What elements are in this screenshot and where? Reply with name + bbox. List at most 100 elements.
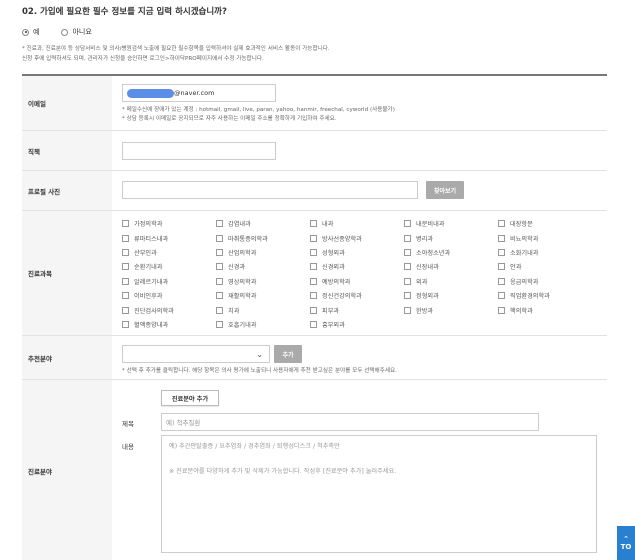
department-checkbox-item[interactable]: 대장항문 xyxy=(498,218,592,230)
checkbox[interactable] xyxy=(216,220,223,228)
checkbox[interactable] xyxy=(498,234,505,242)
department-checkbox-item[interactable]: 진단검사의학과 xyxy=(122,304,216,316)
checkbox[interactable] xyxy=(498,306,505,314)
position-input[interactable] xyxy=(122,142,276,160)
department-label: 비뇨의학과 xyxy=(510,235,539,243)
radio-no-dot[interactable] xyxy=(61,28,69,36)
checkbox[interactable] xyxy=(404,292,411,300)
checkbox[interactable] xyxy=(404,263,411,271)
checkbox[interactable] xyxy=(216,277,223,285)
checkbox[interactable] xyxy=(122,234,129,242)
checkbox[interactable] xyxy=(310,249,317,257)
department-checkbox-item[interactable]: 정신건강의학과 xyxy=(310,290,404,302)
department-checkbox-item[interactable]: 흉부외과 xyxy=(310,319,404,331)
department-checkbox-item[interactable]: 호흡기내과 xyxy=(216,319,310,331)
checkbox[interactable] xyxy=(122,292,129,300)
checkbox[interactable] xyxy=(310,320,317,328)
checkbox[interactable] xyxy=(310,306,317,314)
department-checkbox-item[interactable]: 피부과 xyxy=(310,304,404,316)
department-checkbox-item[interactable]: 내분비내과 xyxy=(404,218,498,230)
department-checkbox-item[interactable]: 혈액종양내과 xyxy=(122,319,216,331)
department-checkbox-item[interactable]: 핵의학과 xyxy=(498,304,592,316)
checkbox[interactable] xyxy=(404,277,411,285)
department-checkbox-item[interactable]: 치과 xyxy=(216,304,310,316)
department-checkbox-item[interactable]: 소아청소년과 xyxy=(404,247,498,259)
recommend-select[interactable]: ⌄ xyxy=(122,345,270,363)
checkbox[interactable] xyxy=(310,220,317,228)
arrow-up-icon: ⌃ xyxy=(623,535,629,543)
checkbox[interactable] xyxy=(216,234,223,242)
department-checkbox-item[interactable]: 외과 xyxy=(404,276,498,288)
checkbox[interactable] xyxy=(216,320,223,328)
checkbox[interactable] xyxy=(310,263,317,271)
specialty-title-input[interactable]: 예) 척추질환 xyxy=(161,413,539,431)
department-checkbox-item[interactable]: 알레르기내과 xyxy=(122,276,216,288)
department-checkbox-item[interactable]: 정형외과 xyxy=(404,290,498,302)
browse-button[interactable]: 찾아보기 xyxy=(426,181,464,199)
department-checkbox-item[interactable]: 영상의학과 xyxy=(216,276,310,288)
email-input[interactable]: @naver.com xyxy=(122,84,276,102)
specialty-content-textarea[interactable]: 예) 추간판탈출증 / 요추염좌 / 경추염좌 / 퇴행성디스크 / 척추측만 … xyxy=(161,435,597,553)
department-checkbox-item[interactable]: 성형외과 xyxy=(310,247,404,259)
checkbox[interactable] xyxy=(404,234,411,242)
department-checkbox-item[interactable]: 신경과 xyxy=(216,261,310,273)
checkbox[interactable] xyxy=(498,292,505,300)
radio-no[interactable]: 아니요 xyxy=(61,27,92,37)
department-checkbox-item[interactable]: 가정의학과 xyxy=(122,218,216,230)
department-checkbox-item[interactable]: 안과 xyxy=(498,261,592,273)
row-specialty: 진료분야 진료분야 추가 제목 예) 척추질환 내용 예) 추간판탈출증 / 요… xyxy=(22,380,607,560)
checkbox[interactable] xyxy=(122,249,129,257)
department-checkbox-item[interactable]: 비뇨의학과 xyxy=(498,232,592,244)
department-label: 알레르기내과 xyxy=(134,278,169,286)
department-checkbox-item[interactable]: 한방과 xyxy=(404,304,498,316)
department-checkbox-item[interactable]: 직업환경의학과 xyxy=(498,290,592,302)
add-specialty-button[interactable]: 진료분야 추가 xyxy=(161,390,219,406)
checkbox[interactable] xyxy=(122,263,129,271)
department-checkbox-item[interactable]: 신장내과 xyxy=(404,261,498,273)
checkbox[interactable] xyxy=(498,249,505,257)
checkbox[interactable] xyxy=(122,277,129,285)
department-checkbox-item[interactable]: 감염내과 xyxy=(216,218,310,230)
checkbox[interactable] xyxy=(404,249,411,257)
department-checkbox-item[interactable]: 예방의학과 xyxy=(310,276,404,288)
department-checkbox-item[interactable]: 산부인과 xyxy=(122,247,216,259)
join-info-radio-group: 예 아니요 xyxy=(22,27,92,37)
checkbox[interactable] xyxy=(216,249,223,257)
checkbox[interactable] xyxy=(122,306,129,314)
radio-yes-dot[interactable] xyxy=(22,28,29,36)
department-checkbox-item[interactable]: 방사선종양학과 xyxy=(310,232,404,244)
scroll-top-button[interactable]: ⌃ TO xyxy=(617,526,635,560)
checkbox[interactable] xyxy=(404,306,411,314)
checkbox[interactable] xyxy=(122,320,129,328)
radio-yes[interactable]: 예 xyxy=(22,27,39,37)
checkbox[interactable] xyxy=(216,263,223,271)
checkbox[interactable] xyxy=(216,292,223,300)
row-position: 직책 xyxy=(22,131,607,171)
department-checkbox-item[interactable]: 재활의학과 xyxy=(216,290,310,302)
checkbox[interactable] xyxy=(498,263,505,271)
checkbox[interactable] xyxy=(216,306,223,314)
specialty-title-placeholder: 예) 척추질환 xyxy=(166,419,201,427)
department-checkbox-item[interactable]: 소화기내과 xyxy=(498,247,592,259)
notice-line-2: 신청 후에 입력하셔도 되며, 관리자가 신청을 승인하면 로그인>하이닥PRO… xyxy=(22,56,264,62)
checkbox[interactable] xyxy=(310,292,317,300)
department-checkbox-item[interactable]: 병리과 xyxy=(404,232,498,244)
department-checkbox-item[interactable]: 신경외과 xyxy=(310,261,404,273)
department-label: 병리과 xyxy=(416,235,434,243)
photo-file-input[interactable] xyxy=(122,181,418,199)
checkbox[interactable] xyxy=(404,220,411,228)
checkbox[interactable] xyxy=(122,220,129,228)
checkbox[interactable] xyxy=(310,234,317,242)
department-checkbox-item[interactable]: 이비인후과 xyxy=(122,290,216,302)
checkbox[interactable] xyxy=(498,277,505,285)
department-checkbox-item[interactable]: 산업의학과 xyxy=(216,247,310,259)
department-checkbox-item[interactable]: 내과 xyxy=(310,218,404,230)
department-label: 산부인과 xyxy=(134,250,157,258)
department-checkbox-item[interactable]: 마취통증의학과 xyxy=(216,232,310,244)
department-checkbox-item[interactable]: 응급의학과 xyxy=(498,276,592,288)
department-checkbox-item[interactable]: 류마티스내과 xyxy=(122,232,216,244)
checkbox[interactable] xyxy=(498,220,505,228)
checkbox[interactable] xyxy=(310,277,317,285)
department-checkbox-item[interactable]: 순환기내과 xyxy=(122,261,216,273)
recommend-add-button[interactable]: 추가 xyxy=(274,345,302,363)
